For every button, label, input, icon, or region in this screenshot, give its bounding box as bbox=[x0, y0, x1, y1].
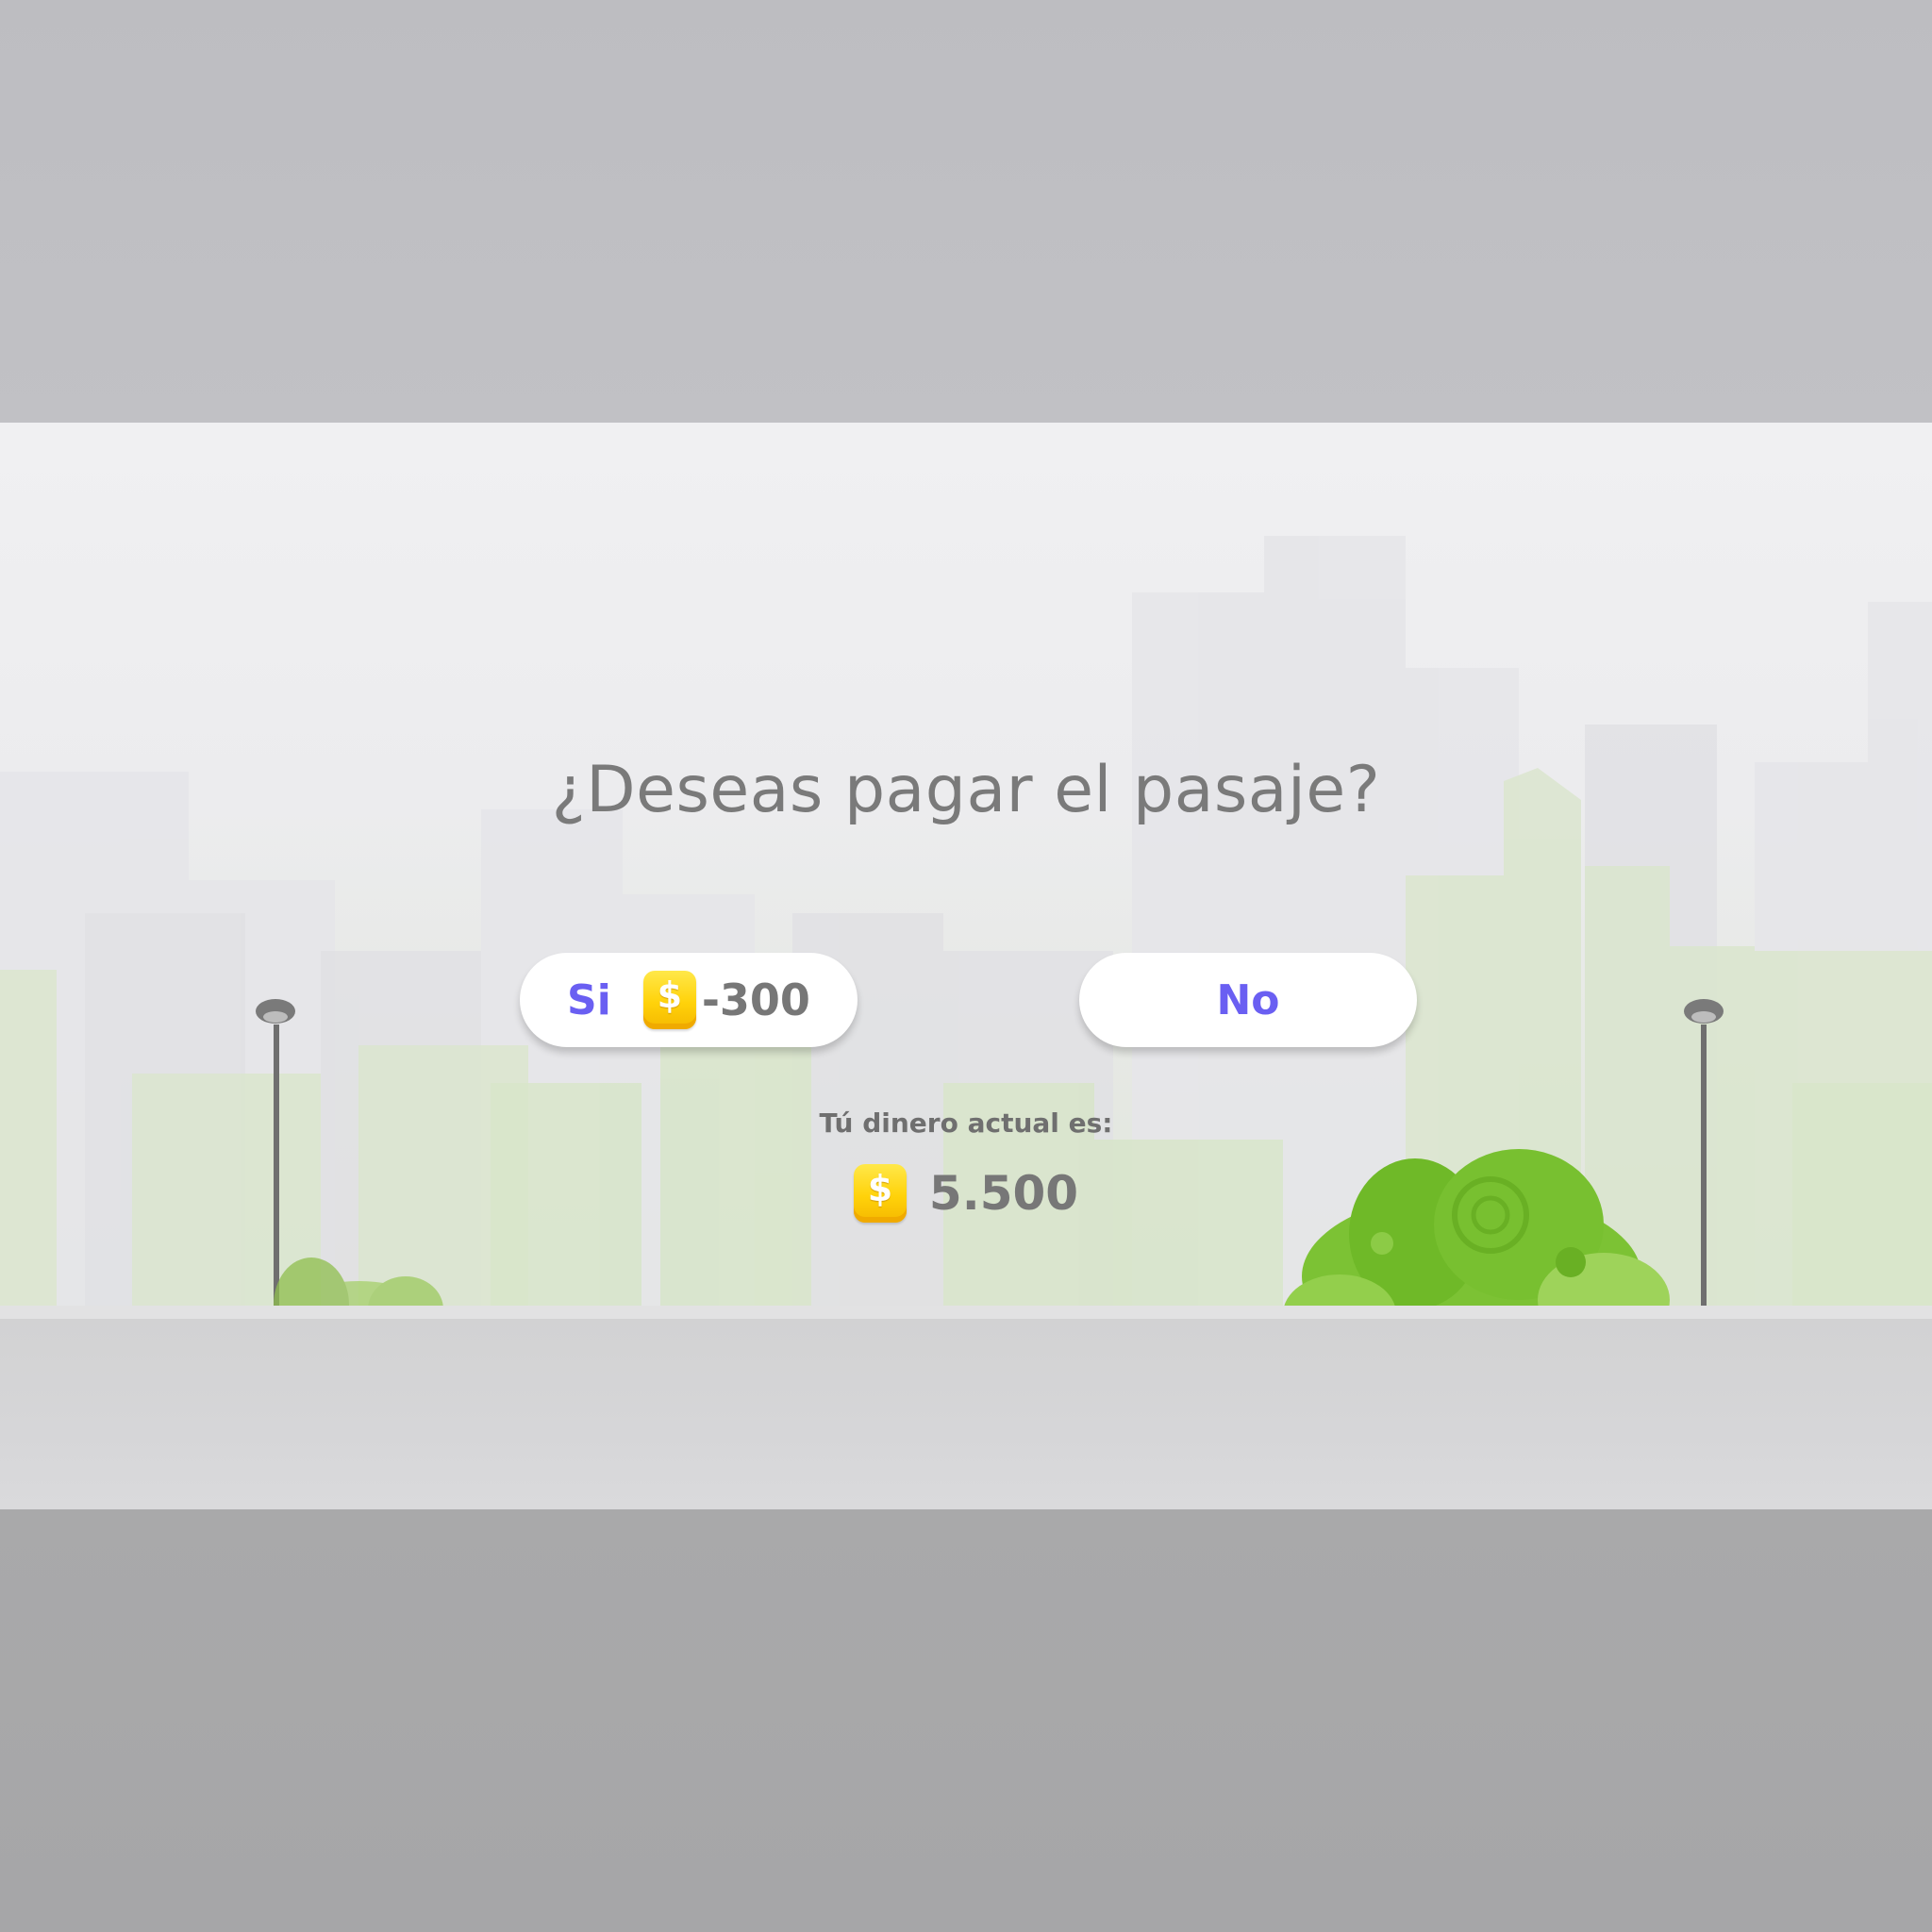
current-money-value: 5.500 bbox=[928, 1166, 1079, 1221]
no-button-label: No bbox=[1216, 975, 1280, 1024]
yes-pay-button[interactable]: Si $ -300 bbox=[520, 953, 858, 1047]
current-money-label: Tú dinero actual es: bbox=[819, 1108, 1113, 1139]
letterbox-top bbox=[0, 0, 1932, 423]
background-panel: ¿Deseas pagar el pasaje? Si $ -300 No Tú… bbox=[0, 423, 1932, 1509]
yes-button-label: Si bbox=[567, 975, 611, 1024]
current-money-row: $ 5.500 bbox=[0, 1164, 1932, 1223]
fare-cost: -300 bbox=[701, 974, 810, 1025]
dollar-coin-icon: $ bbox=[642, 971, 696, 1029]
letterbox-bottom bbox=[0, 1509, 1932, 1932]
dollar-coin-icon: $ bbox=[853, 1164, 907, 1223]
dialog-question: ¿Deseas pagar el pasaje? bbox=[551, 753, 1381, 827]
game-scene: ¿Deseas pagar el pasaje? Si $ -300 No Tú… bbox=[0, 0, 1932, 1932]
ground-road bbox=[0, 1306, 1932, 1509]
no-button[interactable]: No bbox=[1079, 953, 1417, 1047]
